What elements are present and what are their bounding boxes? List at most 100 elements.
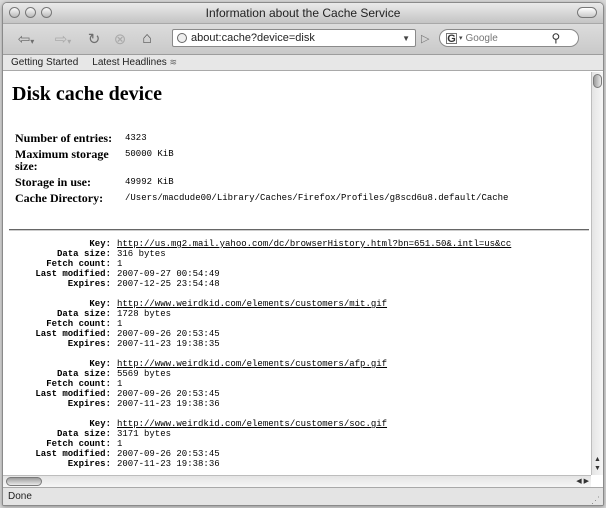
data-size-value: 3171 bytes [117, 429, 172, 439]
expires-label: Expires: [67, 339, 111, 349]
vertical-scroll-thumb[interactable] [593, 74, 602, 88]
home-icon: ⌂ [142, 30, 152, 47]
google-engine-icon[interactable]: G [446, 32, 457, 44]
status-text: Done [8, 491, 32, 502]
navigation-toolbar: ⇦▾ ⇨▾ ↻ ⊗ ⌂ about:cache?device=disk ▼ ▷ … [3, 24, 603, 55]
summary-value: 50000 KiB [125, 149, 174, 159]
data-size-label: Data size: [56, 369, 111, 379]
fetch-count-value: 1 [117, 259, 123, 269]
back-button[interactable]: ⇦▾ [9, 29, 43, 49]
toolbar-toggle-button[interactable] [577, 7, 597, 18]
expires-value: 2007-12-25 23:54:48 [117, 279, 220, 289]
reload-icon: ↻ [87, 31, 101, 48]
key-label: Key: [89, 239, 111, 249]
bookmark-latest-headlines[interactable]: Latest Headlines ≋ [92, 57, 177, 68]
cache-entry: Key: http://www.weirdkid.com/elements/cus… [15, 299, 511, 349]
key-label: Key: [89, 419, 111, 429]
summary-label: Number of entries: [15, 131, 113, 145]
url-history-dropdown-icon[interactable]: ▼ [402, 34, 410, 43]
data-size-label: Data size: [56, 429, 111, 439]
cache-entry-link[interactable]: http://us.mg2.mail.yahoo.com/dc/browserH… [117, 239, 511, 249]
vertical-scroll-arrows-icon[interactable]: ▲ ▼ [592, 455, 603, 473]
cache-entry-link[interactable]: http://www.weirdkid.com/elements/custome… [117, 299, 387, 309]
stop-button[interactable]: ⊗ [109, 29, 131, 49]
fetch-count-value: 1 [117, 439, 123, 449]
search-bar: G ▾ ⚲ [439, 29, 579, 47]
cache-summary-table: Number of entries: 4323 Maximum storage … [15, 132, 508, 208]
summary-row: Maximum storage size: 50000 KiB [15, 148, 508, 176]
horizontal-scroll-arrows-icon[interactable]: ◀ ▶ [576, 477, 589, 485]
data-size-value: 5569 bytes [117, 369, 172, 379]
expires-value: 2007-11-23 19:38:36 [117, 459, 220, 469]
summary-label: Maximum storage size: [15, 147, 109, 173]
cache-entries-list: Key: http://us.mg2.mail.yahoo.com/dc/brow… [15, 239, 511, 475]
status-bar: Done ⋰ [3, 487, 603, 505]
summary-row: Number of entries: 4323 [15, 132, 508, 148]
expires-value: 2007-11-23 19:38:36 [117, 399, 220, 409]
search-icon[interactable]: ⚲ [552, 31, 561, 45]
home-button[interactable]: ⌂ [135, 29, 159, 49]
fetch-count-label: Fetch count: [46, 319, 111, 329]
window-title: Information about the Cache Service [205, 6, 401, 20]
vertical-scrollbar[interactable]: ▲ ▼ [591, 72, 603, 475]
back-arrow-icon: ⇦▾ [17, 31, 35, 48]
search-engine-dropdown-icon[interactable]: ▾ [459, 34, 463, 42]
stop-icon: ⊗ [113, 31, 127, 48]
summary-row: Storage in use: 49992 KiB [15, 176, 508, 192]
key-label: Key: [89, 359, 111, 369]
expires-label: Expires: [67, 279, 111, 289]
page-content: Disk cache device Number of entries: 432… [3, 72, 591, 475]
key-label: Key: [89, 299, 111, 309]
fetch-count-value: 1 [117, 379, 123, 389]
cache-entry: Key: http://www.weirdkid.com/elements/cus… [15, 359, 511, 409]
data-size-label: Data size: [56, 309, 111, 319]
last-modified-label: Last modified: [35, 389, 111, 399]
page-title: Disk cache device [12, 83, 162, 105]
forward-button[interactable]: ⇨▾ [47, 29, 79, 49]
data-size-label: Data size: [56, 249, 111, 259]
last-modified-label: Last modified: [35, 449, 111, 459]
horizontal-scroll-thumb[interactable] [6, 477, 42, 486]
summary-value: 49992 KiB [125, 177, 174, 187]
bookmarks-toolbar: Getting Started Latest Headlines ≋ [3, 55, 603, 71]
bookmark-getting-started[interactable]: Getting Started [11, 57, 78, 68]
summary-label: Storage in use: [15, 175, 91, 189]
data-size-value: 316 bytes [117, 249, 166, 259]
summary-value: 4323 [125, 133, 147, 143]
expires-label: Expires: [67, 459, 111, 469]
fetch-count-label: Fetch count: [46, 379, 111, 389]
address-url: about:cache?device=disk [191, 32, 315, 44]
go-button[interactable]: ▷ [421, 32, 429, 45]
rss-feed-icon: ≋ [169, 57, 178, 67]
search-input[interactable] [465, 32, 550, 44]
last-modified-value: 2007-09-26 20:53:45 [117, 389, 220, 399]
data-size-value: 1728 bytes [117, 309, 172, 319]
fetch-count-label: Fetch count: [46, 439, 111, 449]
divider [9, 229, 589, 231]
fetch-count-label: Fetch count: [46, 259, 111, 269]
cache-entry: Key: http://us.mg2.mail.yahoo.com/dc/brow… [15, 239, 511, 289]
cache-entry: Key: http://www.weirdkid.com/elements/cus… [15, 419, 511, 469]
last-modified-value: 2007-09-26 20:53:45 [117, 449, 220, 459]
forward-arrow-icon: ⇨▾ [54, 31, 72, 48]
go-icon: ▷ [421, 33, 430, 45]
summary-label: Cache Directory: [15, 191, 104, 205]
expires-value: 2007-11-23 19:38:35 [117, 339, 220, 349]
address-bar[interactable]: about:cache?device=disk ▼ [172, 29, 416, 47]
summary-value: /Users/macdude00/Library/Caches/Firefox/… [125, 193, 509, 203]
title-bar: Information about the Cache Service [3, 3, 603, 24]
browser-window: Information about the Cache Service ⇦▾ ⇨… [2, 2, 604, 506]
summary-row: Cache Directory: /Users/macdude00/Librar… [15, 192, 508, 208]
last-modified-label: Last modified: [35, 269, 111, 279]
last-modified-label: Last modified: [35, 329, 111, 339]
page-favicon-icon [177, 33, 187, 43]
reload-button[interactable]: ↻ [83, 29, 105, 49]
fetch-count-value: 1 [117, 319, 123, 329]
cache-entry-link[interactable]: http://www.weirdkid.com/elements/custome… [117, 359, 387, 369]
expires-label: Expires: [67, 399, 111, 409]
cache-entry-link[interactable]: http://www.weirdkid.com/elements/custome… [117, 419, 387, 429]
last-modified-value: 2007-09-26 20:53:45 [117, 329, 220, 339]
last-modified-value: 2007-09-27 00:54:49 [117, 269, 220, 279]
resize-grip-icon[interactable]: ⋰ [591, 492, 600, 505]
horizontal-scrollbar[interactable]: ◀ ▶ [3, 475, 591, 487]
